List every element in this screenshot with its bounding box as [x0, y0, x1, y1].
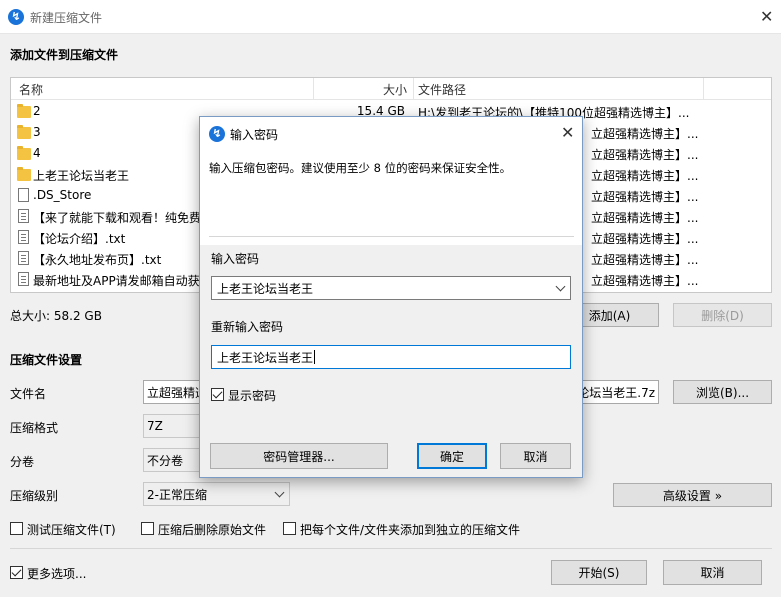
add-files-heading: 添加文件到压缩文件 — [10, 48, 119, 62]
main-cancel-button[interactable]: 取消 — [663, 560, 762, 585]
app-logo-icon: ↯ — [8, 9, 24, 25]
file-path: 立超强精选博主】... — [591, 190, 699, 204]
filename-value-left: 立超强精选 — [147, 385, 208, 400]
browse-button[interactable]: 浏览(B)... — [673, 380, 772, 404]
delete-button[interactable]: 删除(D) — [673, 303, 772, 327]
file-path: 立超强精选博主】... — [591, 253, 699, 267]
format-label: 压缩格式 — [10, 421, 59, 435]
start-button[interactable]: 开始(S) — [551, 560, 647, 585]
file-path: 立超强精选博主】... — [591, 232, 699, 246]
more-options-checkbox[interactable] — [10, 566, 23, 579]
window-close-icon[interactable]: ✕ — [760, 9, 773, 25]
text-file-icon — [18, 209, 29, 223]
chevron-down-icon[interactable] — [555, 281, 566, 292]
file-name: 3 — [33, 125, 41, 139]
file-list-header: 名称 大小 文件路径 — [11, 78, 771, 100]
test-archive-checkbox[interactable] — [10, 522, 23, 535]
text-file-icon — [18, 251, 29, 265]
file-name: 2 — [33, 104, 41, 118]
dialog-title: 输入密码 — [230, 128, 279, 142]
file-name: .DS_Store — [33, 188, 92, 202]
separate-archives-checkbox[interactable] — [283, 522, 296, 535]
dialog-titlebar: ↯ 输入密码 ✕ — [200, 117, 582, 149]
separate-archives-label[interactable]: 把每个文件/文件夹添加到独立的压缩文件 — [300, 521, 520, 538]
level-value: 2-正常压缩 — [147, 487, 207, 502]
more-options-label[interactable]: 更多选项... — [27, 565, 86, 582]
dialog-logo-icon: ↯ — [209, 126, 225, 142]
advanced-settings-button[interactable]: 高级设置 » — [613, 483, 772, 507]
file-name: 最新地址及APP请发邮箱自动获 — [33, 274, 200, 288]
format-value: 7Z — [147, 419, 163, 433]
settings-heading: 压缩文件设置 — [10, 353, 83, 367]
split-value: 不分卷 — [147, 453, 184, 468]
file-path: 立超强精选博主】... — [591, 127, 699, 141]
window-titlebar: ↯ 新建压缩文件 ✕ — [0, 0, 781, 34]
column-header-name[interactable]: 名称 — [19, 81, 43, 98]
file-path: 立超强精选博主】... — [591, 211, 699, 225]
split-label: 分卷 — [10, 455, 35, 469]
level-select[interactable]: 2-正常压缩 — [143, 482, 290, 506]
file-name: 上老王论坛当老王 — [33, 169, 130, 183]
total-size-text: 总大小: 58.2 GB — [10, 309, 102, 323]
folder-icon — [17, 146, 31, 160]
dialog-close-icon[interactable]: ✕ — [561, 125, 574, 141]
password-dialog: ↯ 输入密码 ✕ 输入压缩包密码。建议使用至少 8 位的密码来保证安全性。 输入… — [199, 116, 583, 478]
file-icon — [18, 188, 29, 202]
text-file-icon — [18, 272, 29, 286]
file-name: 【论坛介绍】.txt — [33, 232, 126, 246]
text-file-icon — [18, 230, 29, 244]
confirm-password-value: 上老王论坛当老王 — [217, 350, 314, 365]
chevron-down-icon — [274, 487, 285, 498]
test-archive-label[interactable]: 测试压缩文件(T) — [27, 521, 116, 538]
dialog-description: 输入压缩包密码。建议使用至少 8 位的密码来保证安全性。 — [209, 161, 512, 175]
password-manager-button[interactable]: 密码管理器... — [210, 443, 388, 469]
show-password-checkbox[interactable] — [211, 388, 224, 401]
delete-after-label[interactable]: 压缩后删除原始文件 — [158, 521, 266, 538]
dialog-cancel-button[interactable]: 取消 — [500, 443, 571, 469]
column-header-size[interactable]: 大小 — [383, 81, 407, 98]
file-path: 立超强精选博主】... — [591, 169, 699, 183]
folder-icon — [17, 104, 31, 118]
folder-icon — [17, 167, 31, 181]
password-label: 输入密码 — [211, 252, 260, 266]
filename-value-right: 论坛当老王.7z — [577, 385, 655, 400]
file-name: 【来了就能下载和观看！纯免费 — [33, 211, 202, 225]
dialog-description-panel: 输入压缩包密码。建议使用至少 8 位的密码来保证安全性。 — [200, 149, 582, 245]
folder-icon — [17, 125, 31, 139]
confirm-password-input[interactable]: 上老王论坛当老王 — [211, 345, 571, 369]
filename-label: 文件名 — [10, 387, 47, 401]
dialog-divider — [209, 236, 574, 237]
file-path: 立超强精选博主】... — [591, 274, 699, 288]
level-label: 压缩级别 — [10, 489, 59, 503]
text-caret — [314, 350, 316, 364]
file-path: 立超强精选博主】... — [591, 148, 699, 162]
window-title: 新建压缩文件 — [30, 11, 103, 25]
format-select[interactable]: 7Z — [143, 414, 203, 438]
column-header-path[interactable]: 文件路径 — [418, 81, 466, 98]
file-name: 4 — [33, 146, 41, 160]
confirm-password-label: 重新输入密码 — [211, 320, 284, 334]
dialog-ok-button[interactable]: 确定 — [417, 443, 487, 469]
column-separator[interactable] — [703, 78, 704, 100]
show-password-label[interactable]: 显示密码 — [228, 387, 276, 404]
column-separator[interactable] — [313, 78, 314, 100]
password-value: 上老王论坛当老王 — [217, 281, 314, 296]
file-name: 【永久地址发布页】.txt — [33, 253, 162, 267]
column-separator[interactable] — [413, 78, 414, 100]
split-select[interactable]: 不分卷 — [143, 448, 203, 472]
password-input[interactable]: 上老王论坛当老王 — [211, 276, 571, 300]
delete-after-checkbox[interactable] — [141, 522, 154, 535]
bottom-divider — [10, 548, 772, 549]
